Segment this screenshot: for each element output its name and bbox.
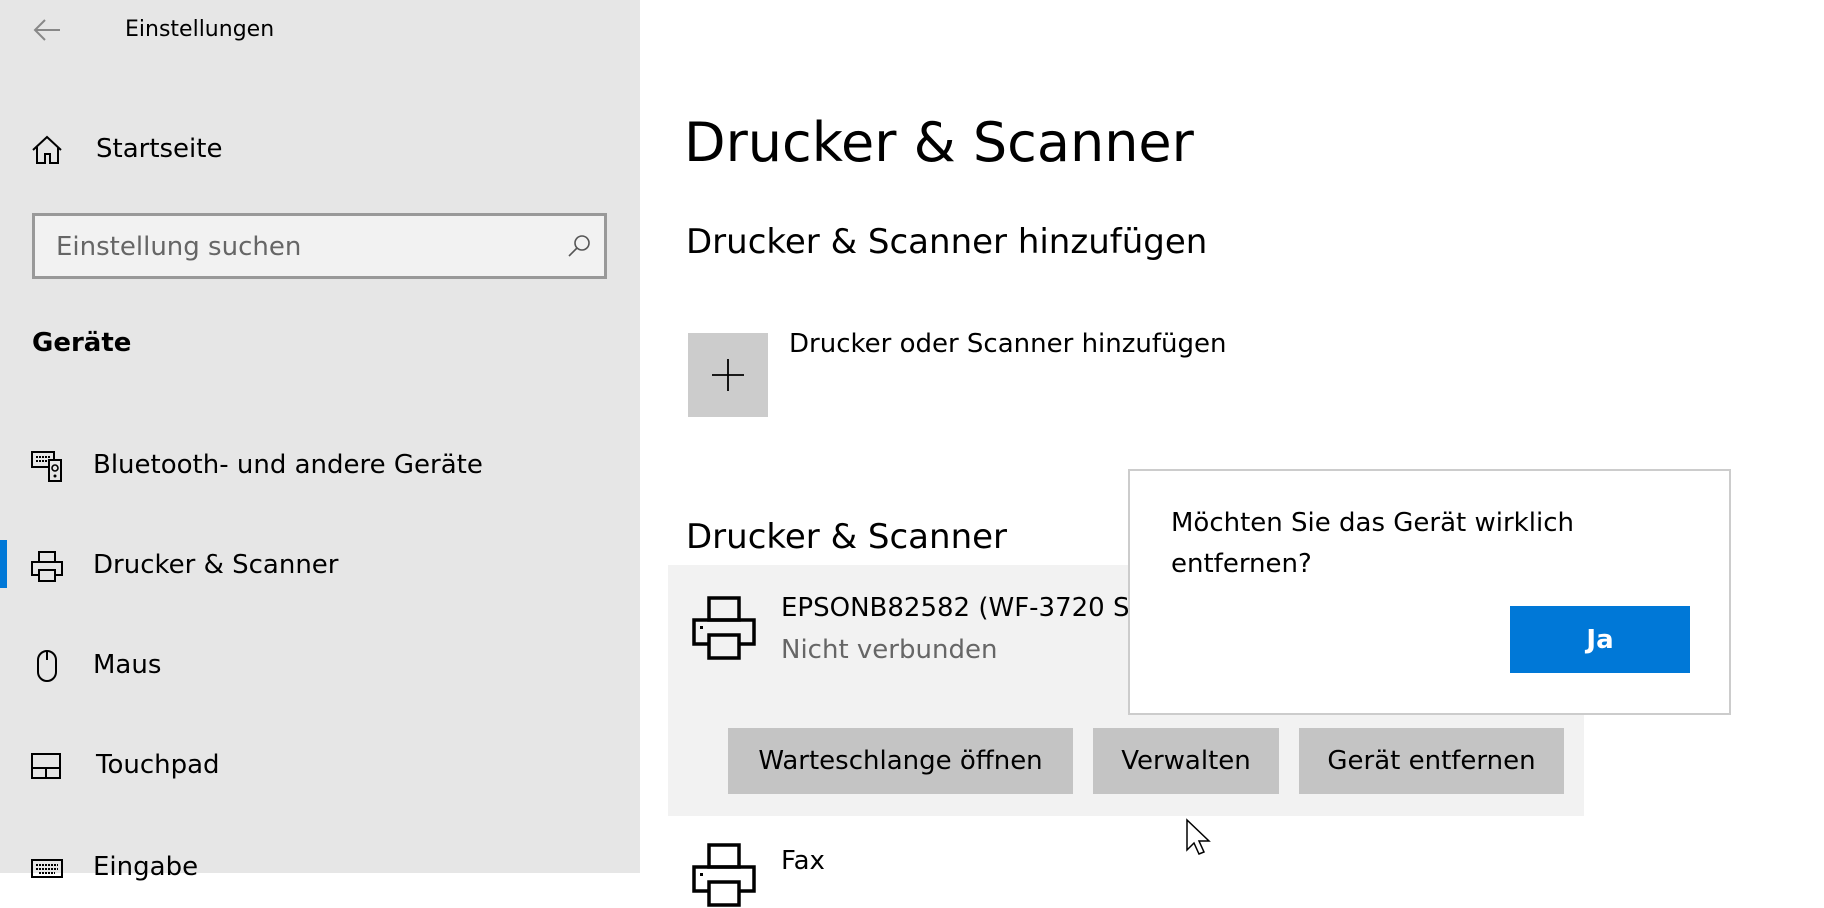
bluetooth-devices-icon bbox=[31, 451, 62, 482]
sidebar-item-label: Maus bbox=[93, 650, 162, 680]
home-label: Startseite bbox=[96, 134, 223, 164]
mouse-icon bbox=[37, 650, 57, 682]
mouse-cursor-icon bbox=[1186, 818, 1211, 855]
add-printer-button[interactable] bbox=[688, 333, 768, 417]
sidebar-item-label: Eingabe bbox=[93, 852, 199, 882]
printer-list-item[interactable]: Fax bbox=[668, 816, 1584, 907]
sidebar: Einstellungen Startseite Einstellung suc… bbox=[0, 0, 640, 880]
sidebar-item-label: Touchpad bbox=[96, 750, 220, 780]
sidebar-item-printers[interactable]: Drucker & Scanner bbox=[0, 525, 640, 605]
dialog-message: Möchten Sie das Gerät wirklich entfernen… bbox=[1171, 508, 1574, 579]
back-arrow-icon[interactable] bbox=[32, 18, 62, 42]
add-printer-label[interactable]: Drucker oder Scanner hinzufügen bbox=[789, 331, 1226, 357]
confirm-remove-dialog: Möchten Sie das Gerät wirklich entfernen… bbox=[1128, 469, 1731, 715]
list-title: Drucker & Scanner bbox=[686, 517, 1008, 557]
printer-icon bbox=[692, 596, 756, 660]
fax-printer-icon bbox=[692, 843, 756, 907]
sidebar-item-input[interactable]: Eingabe bbox=[0, 827, 640, 907]
manage-button[interactable]: Verwalten bbox=[1093, 728, 1279, 794]
sidebar-item-touchpad[interactable]: Touchpad bbox=[0, 725, 640, 805]
device-name: Fax bbox=[781, 846, 825, 876]
home-icon bbox=[32, 135, 62, 164]
device-status: Nicht verbunden bbox=[781, 635, 998, 665]
sidebar-item-home[interactable]: Startseite bbox=[0, 108, 640, 188]
search-input[interactable]: Einstellung suchen bbox=[32, 213, 607, 279]
remove-device-button[interactable]: Gerät entfernen bbox=[1299, 728, 1564, 794]
sidebar-item-label: Drucker & Scanner bbox=[93, 550, 339, 580]
confirm-yes-button[interactable]: Ja bbox=[1510, 606, 1690, 673]
window-title: Einstellungen bbox=[125, 17, 275, 42]
sidebar-item-mouse[interactable]: Maus bbox=[0, 625, 640, 705]
plus-icon bbox=[712, 359, 744, 391]
selection-indicator bbox=[0, 540, 7, 588]
sidebar-item-label: Bluetooth- und andere Geräte bbox=[93, 450, 483, 480]
keyboard-icon bbox=[31, 859, 63, 878]
sidebar-item-bluetooth[interactable]: Bluetooth- und andere Geräte bbox=[0, 425, 640, 505]
printer-icon bbox=[31, 551, 63, 582]
section-title: Geräte bbox=[32, 328, 132, 358]
search-placeholder: Einstellung suchen bbox=[56, 232, 302, 262]
touchpad-icon bbox=[31, 753, 61, 779]
add-section-title: Drucker & Scanner hinzufügen bbox=[686, 222, 1208, 262]
page-title: Drucker & Scanner bbox=[684, 111, 1194, 174]
search-icon[interactable] bbox=[566, 233, 592, 259]
open-queue-button[interactable]: Warteschlange öffnen bbox=[728, 728, 1073, 794]
